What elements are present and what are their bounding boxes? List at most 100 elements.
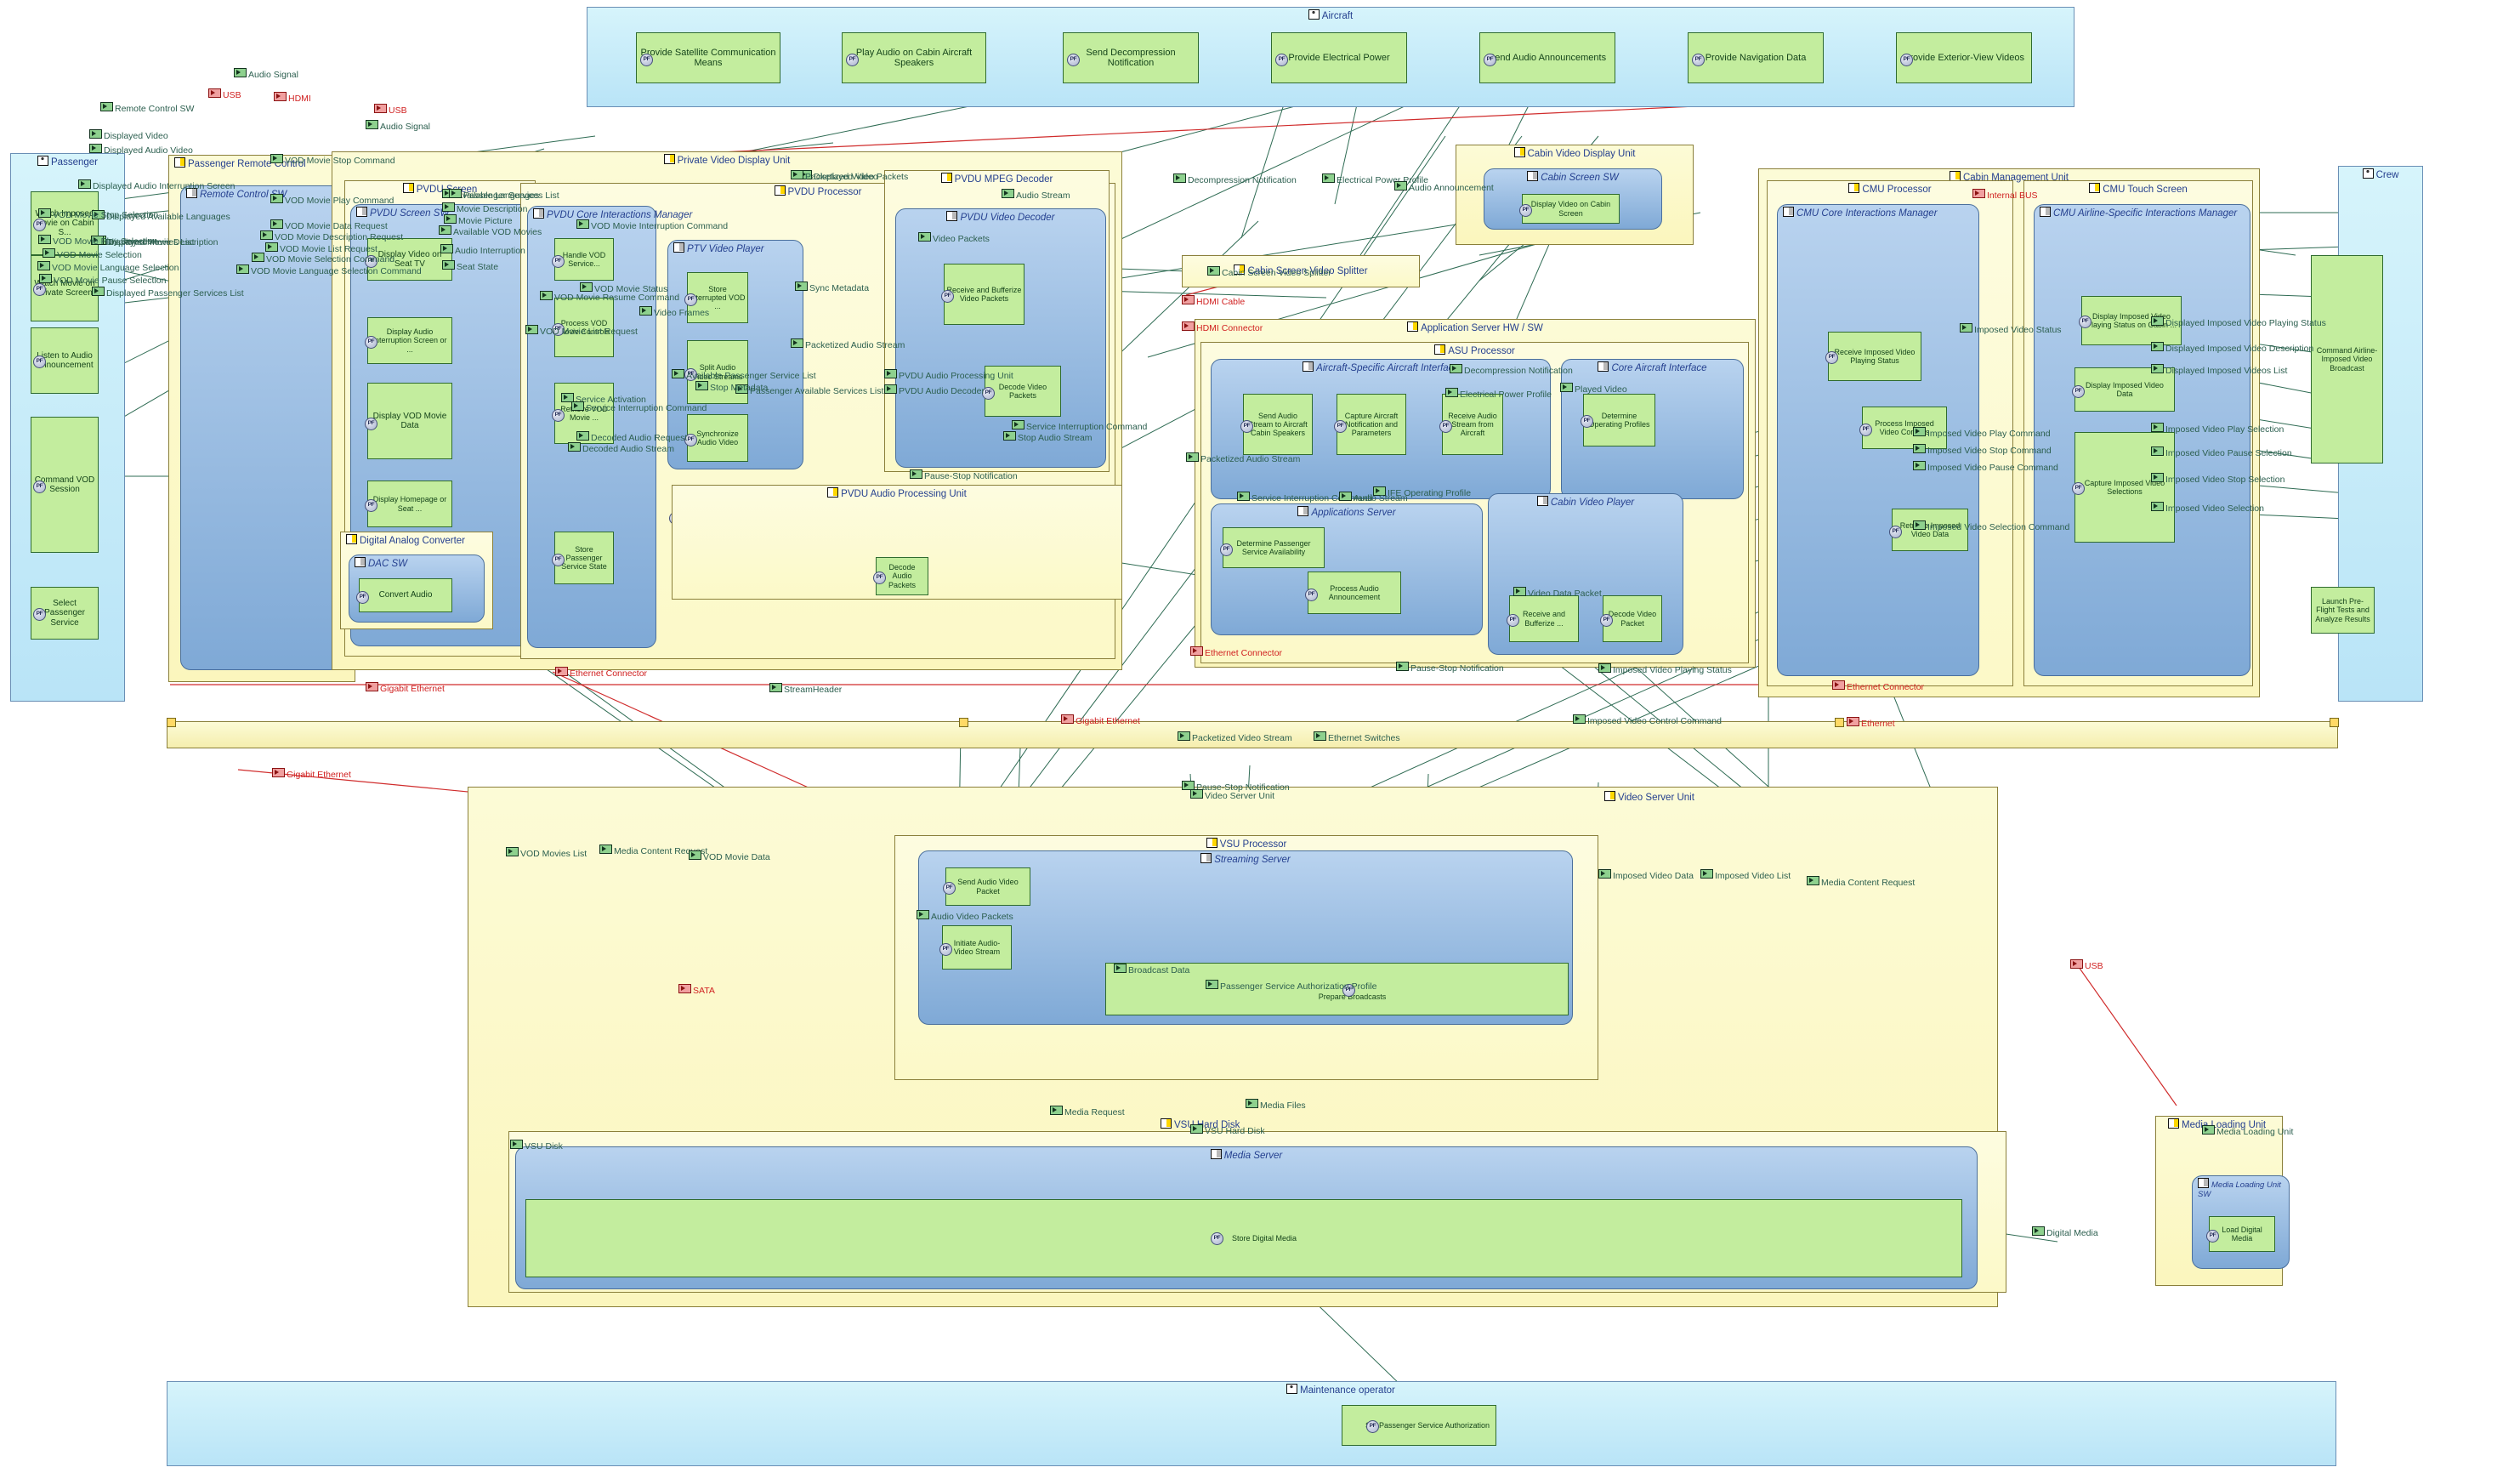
function-command-vod-session[interactable]: PF Command VOD Session: [31, 417, 99, 553]
function-send-audio-video-packet[interactable]: PF Send Audio Video Packet: [943, 867, 1030, 906]
function-provide-exterior-view-videos[interactable]: PF Provide Exterior-View Videos: [1896, 32, 2032, 83]
exchange-label-text: Passenger Service Authorization Profile: [1220, 981, 1377, 992]
exchange-label-text: Cabin Screen Video Splitter: [1222, 268, 1331, 278]
pf-marker: PF: [1519, 204, 1532, 217]
node-media-loading-unit-sw-title: Media Loading Unit SW: [2193, 1178, 2289, 1199]
exchange-label: VOD Movie Play Selection: [38, 235, 157, 247]
function-receive-audio-stream-from-aircraft[interactable]: PF Receive Audio Stream from Aircraft: [1439, 394, 1503, 455]
exchange-label: Pause-Stop Notification: [910, 469, 1018, 481]
function-decode-audio-packets[interactable]: PF Decode Audio Packets: [873, 557, 928, 595]
exchange-label: VOD Movie Language Selection: [37, 261, 179, 273]
exchange-label: Media Files: [1246, 1099, 1306, 1111]
exchange-label: Packetized Video Packets: [791, 170, 908, 182]
function-provide-electrical-power[interactable]: PF Provide Electrical Power: [1271, 32, 1407, 83]
component-icon: [2168, 1118, 2179, 1129]
function-determine-passenger-service-availability[interactable]: PF Determine Passenger Service Availabil…: [1220, 527, 1325, 568]
pf-marker: PF: [846, 54, 859, 66]
functional-exchange-icon: [917, 910, 929, 919]
bus-port-mid2[interactable]: [1835, 718, 1844, 727]
function-display-video-on-cabin-screen[interactable]: PF Display Video on Cabin Screen: [1519, 194, 1620, 224]
pf-marker: PF: [2206, 1230, 2219, 1243]
function-receive-and-bufferize[interactable]: PF Receive and Bufferize ...: [1507, 595, 1579, 642]
exchange-label: Audio Interruption: [440, 244, 525, 256]
exchange-label: Gigabit Ethernet: [1061, 714, 1140, 726]
function-synchronize-audio-video[interactable]: PF Synchronize Audio Video: [684, 414, 748, 462]
function-store-digital-media[interactable]: PF Store Digital Media: [525, 1199, 1962, 1277]
pf-marker: PF: [684, 293, 697, 306]
exchange-label: VOD Movie Data: [689, 850, 770, 862]
function-send-audio-stream-to-aircraft-cabin-speakers[interactable]: PF Send Audio Stream to Aircraft Cabin S…: [1240, 394, 1313, 455]
component-icon: [533, 208, 544, 219]
bus-port-right[interactable]: [2330, 718, 2339, 727]
exchange-label-text: Seat State: [457, 262, 499, 272]
exchange-label: StreamHeader: [769, 683, 842, 695]
function-initiate-audio-video-stream[interactable]: PF Initiate Audio-Video Stream: [939, 925, 1012, 970]
function-command-airline-imposed-video-broadcast[interactable]: Command Airline-Imposed Video Broadcast: [2311, 255, 2383, 464]
node-applications-server[interactable]: Applications Server: [1211, 503, 1483, 635]
functional-exchange-icon: [38, 208, 51, 218]
exchange-label: Available VOD Movies: [439, 225, 542, 237]
exchange-label: Audio Announcement: [1394, 181, 1494, 193]
function-display-vod-movie-data[interactable]: PF Display VOD Movie Data: [365, 383, 452, 459]
function-listen-to-audio-announcement[interactable]: PF Listen to Audio Announcement: [31, 327, 99, 394]
exchange-label-text: VOD Movie List Request: [540, 327, 638, 337]
exchange-label-text: Audio Stream: [1016, 191, 1070, 201]
functional-exchange-icon: [440, 244, 453, 253]
functional-exchange-icon: [791, 338, 803, 348]
function-receive-and-bufferize-video-packets[interactable]: PF Receive and Bufferize Video Packets: [941, 264, 1024, 325]
function-load-digital-media[interactable]: PF Load Digital Media: [2206, 1216, 2275, 1252]
bus-port-left[interactable]: [167, 718, 176, 727]
exchange-label: Media Content Request: [1807, 876, 1915, 888]
exchange-label: Imposed Video Status: [1960, 323, 2062, 335]
function-provide-navigation-data[interactable]: PF Provide Navigation Data: [1688, 32, 1824, 83]
pf-marker: PF: [552, 554, 565, 566]
functional-exchange-icon: [270, 154, 283, 163]
function-provide-satellite-communication-means[interactable]: PF Provide Satellite Communication Means: [636, 32, 780, 83]
functional-exchange-icon: [1560, 383, 1573, 392]
exchange-label: Digital Media: [2032, 1226, 2098, 1238]
component-icon: [774, 185, 786, 196]
exchange-label: Media Request: [1050, 1106, 1125, 1118]
exchange-label-text: Passenger Available Services List: [750, 386, 884, 396]
exchange-label: VOD Movie Data Request: [270, 219, 388, 231]
function-display-homepage-or-seat[interactable]: PF Display Homepage or Seat ...: [365, 481, 452, 527]
function-determine-operating-profiles[interactable]: PF Determine Operating Profiles: [1581, 394, 1655, 446]
exchange-label: Service Interruption Command: [571, 401, 707, 413]
function-handle-vod-service[interactable]: PF Handle VOD Service...: [552, 238, 614, 281]
functional-exchange-icon: [2151, 316, 2164, 326]
function-decode-video-packet[interactable]: PF Decode Video Packet: [1600, 595, 1662, 642]
function-play-audio-on-cabin-aircraft-speakers[interactable]: PF Play Audio on Cabin Aircraft Speakers: [842, 32, 986, 83]
exchange-label-text: Video Packets: [933, 234, 990, 244]
function-store-passenger-service-state[interactable]: PF Store Passenger Service State: [552, 532, 614, 584]
functional-exchange-icon: [78, 179, 91, 189]
pf-marker: PF: [1507, 614, 1519, 627]
function-send-audio-announcements[interactable]: PF Send Audio Announcements: [1479, 32, 1615, 83]
pf-marker: PF: [1220, 543, 1233, 556]
function-capture-aircraft-notification-and-parameters[interactable]: PF Capture Aircraft Notification and Par…: [1334, 394, 1406, 455]
pf-marker: PF: [1275, 54, 1288, 66]
function-set-passenger-service-authorization[interactable]: PF Set Passenger Service Authorization: [1342, 1405, 1496, 1446]
pf-marker: PF: [2079, 316, 2091, 328]
function-send-decompression-notification[interactable]: PF Send Decompression Notification: [1063, 32, 1199, 83]
functional-exchange-icon: [795, 282, 808, 291]
actor-icon: [2362, 168, 2374, 179]
functional-exchange-icon: [769, 683, 782, 692]
functional-exchange-icon: [37, 261, 50, 270]
exchange-label-text: Media Content Request: [1821, 878, 1916, 888]
exchange-label-text: Broadcast Data: [1128, 965, 1190, 975]
exchange-label: Audio Stream: [1002, 189, 1070, 201]
exchange-label-text: Pause-Stop Notification: [924, 471, 1018, 481]
function-select-passenger-service[interactable]: PF Select Passenger Service: [31, 587, 99, 640]
pf-marker: PF: [33, 219, 46, 231]
node-maintenance-operator[interactable]: Maintenance operator: [167, 1381, 2336, 1466]
exchange-label-text: Audio Interruption: [455, 246, 525, 256]
function-display-audio-interruption-screen[interactable]: PF Display Audio Interruption Screen or …: [365, 317, 452, 364]
exchange-label: VOD Movie Play Command: [270, 194, 394, 206]
functional-exchange-icon: [1003, 431, 1016, 441]
function-process-audio-announcement[interactable]: PF Process Audio Announcement: [1305, 572, 1401, 614]
function-convert-audio[interactable]: PF Convert Audio: [356, 578, 452, 612]
function-launch-pre-flight-tests-and-analyze-results[interactable]: Launch Pre-Flight Tests and Analyze Resu…: [2311, 587, 2375, 634]
bus-port-mid1[interactable]: [959, 718, 968, 727]
component-icon: [1200, 853, 1212, 863]
function-receive-imposed-video-playing-status[interactable]: PF Receive Imposed Video Playing Status: [1825, 332, 1921, 381]
